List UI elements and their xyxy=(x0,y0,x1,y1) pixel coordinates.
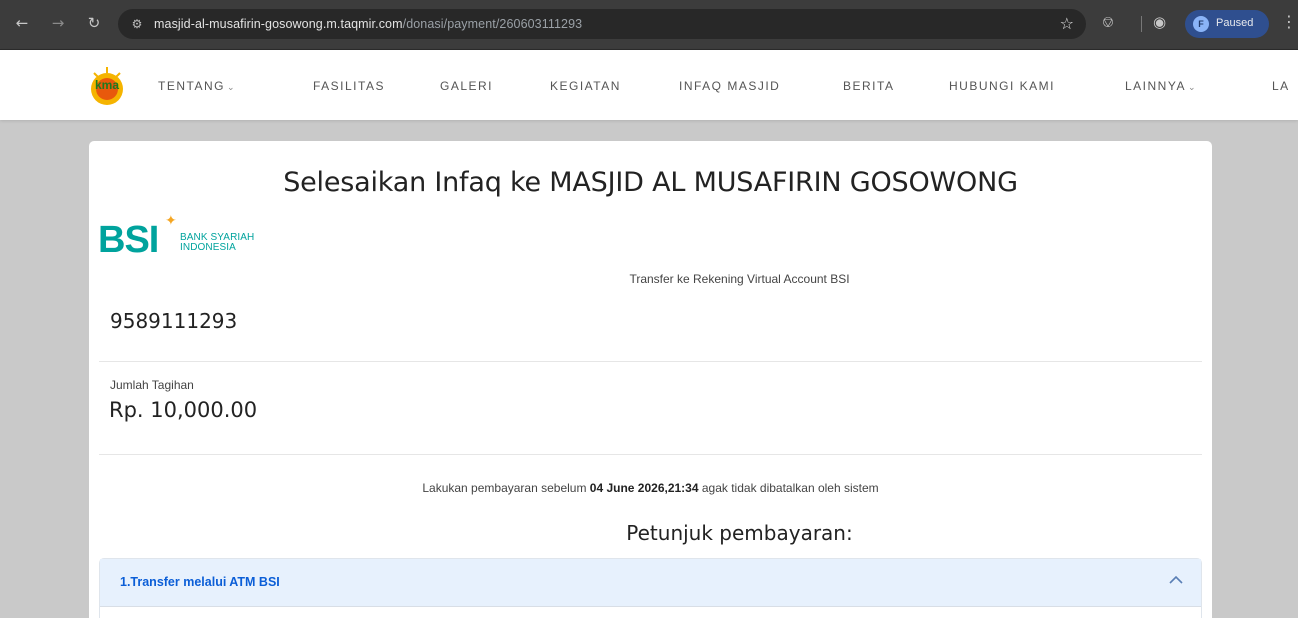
bank-name-line2: INDONESIA xyxy=(180,242,236,253)
chevron-up-icon[interactable] xyxy=(1167,571,1185,589)
nav-item-infaq-masjid[interactable]: INFAQ MASJID xyxy=(679,79,780,93)
chevron-down-icon: ⌄ xyxy=(1187,83,1198,93)
toolbar-separator xyxy=(1141,16,1142,32)
divider xyxy=(99,361,1202,362)
bank-logo-letters: BSI xyxy=(98,219,159,261)
bank-name: BANK SYARIAH INDONESIA xyxy=(180,233,254,253)
back-icon[interactable]: ← xyxy=(10,11,34,35)
amount-label: Jumlah Tagihan xyxy=(110,378,194,392)
browser-toolbar: ← → ↻ ⚙ masjid-al-musafirin-gosowong.m.t… xyxy=(0,0,1298,50)
tune-icon[interactable]: ⚙ xyxy=(128,16,146,32)
nav-item-hubungi-kami[interactable]: HUBUNGI KAMI xyxy=(949,79,1055,93)
nav-item-label: LAINNYA xyxy=(1125,79,1186,93)
reload-icon[interactable]: ↻ xyxy=(82,11,106,35)
chevron-down-icon: ⌄ xyxy=(226,83,236,93)
star-icon[interactable]: ☆ xyxy=(1060,14,1074,33)
deadline-suffix: agak tidak dibatalkan oleh sistem xyxy=(698,481,879,495)
amount-value: Rp. 10,000.00 xyxy=(109,398,258,422)
page-title: Selesaikan Infaq ke MASJID AL MUSAFIRIN … xyxy=(283,167,1018,198)
nav-item-berita[interactable]: BERITA xyxy=(843,79,894,93)
instructions-title: Petunjuk pembayaran: xyxy=(626,521,853,545)
payment-card: Selesaikan Infaq ke MASJID AL MUSAFIRIN … xyxy=(89,141,1212,618)
payment-instructions-accordion: 1.Transfer melalui ATM BSI xyxy=(99,558,1202,618)
url-host: masjid-al-musafirin-gosowong.m.taqmir.co… xyxy=(154,17,403,31)
logo-text: kma xyxy=(95,78,119,92)
nav-item-kegiatan[interactable]: KEGIATAN xyxy=(550,79,621,93)
deadline-datetime: 04 June 2026,21:34 xyxy=(589,481,699,495)
kebab-menu-icon[interactable]: ⋮ xyxy=(1281,12,1297,31)
accordion-header-atm-bsi[interactable]: 1.Transfer melalui ATM BSI xyxy=(100,559,1201,607)
profile-button[interactable]: F Paused xyxy=(1185,10,1269,38)
puzzle-icon[interactable]: ⎊ xyxy=(1102,13,1114,31)
payment-deadline-notice: Lakukan pembayaran sebelum 04 June 2026,… xyxy=(89,481,1212,495)
site-navbar: kma TENTANG ⌄ FASILITAS GALERI KEGIATAN I… xyxy=(0,50,1298,120)
star-accent-icon: ✦ xyxy=(165,213,177,229)
nav-item-galeri[interactable]: GALERI xyxy=(440,79,493,93)
address-bar[interactable]: ⚙ masjid-al-musafirin-gosowong.m.taqmir.… xyxy=(118,9,1086,39)
extension-icon[interactable]: ◉ xyxy=(1153,13,1166,31)
deadline-prefix: Lakukan pembayaran sebelum xyxy=(422,481,590,495)
divider xyxy=(99,454,1202,455)
url-text[interactable]: masjid-al-musafirin-gosowong.m.taqmir.co… xyxy=(154,17,582,31)
url-path: /donasi/payment/260603111293 xyxy=(402,17,583,31)
nav-item-label: TENTANG xyxy=(158,79,225,93)
accordion-title: 1.Transfer melalui ATM BSI xyxy=(120,575,280,589)
nav-item-lainnya[interactable]: LAINNYA ⌄ xyxy=(1125,79,1197,93)
transfer-label: Transfer ke Rekening Virtual Account BSI xyxy=(629,272,850,286)
profile-status: Paused xyxy=(1216,17,1254,29)
virtual-account-number[interactable]: 9589111293 xyxy=(110,309,237,333)
forward-icon[interactable]: → xyxy=(46,11,70,35)
site-logo[interactable]: kma xyxy=(86,65,128,107)
avatar: F xyxy=(1193,16,1209,32)
nav-item-tentang[interactable]: TENTANG ⌄ xyxy=(158,79,236,93)
nav-item-fasilitas[interactable]: FASILITAS xyxy=(313,79,385,93)
nav-item-truncated[interactable]: LA xyxy=(1272,79,1290,93)
bank-logo: BSI ✦ BANK SYARIAH INDONESIA xyxy=(98,213,268,263)
